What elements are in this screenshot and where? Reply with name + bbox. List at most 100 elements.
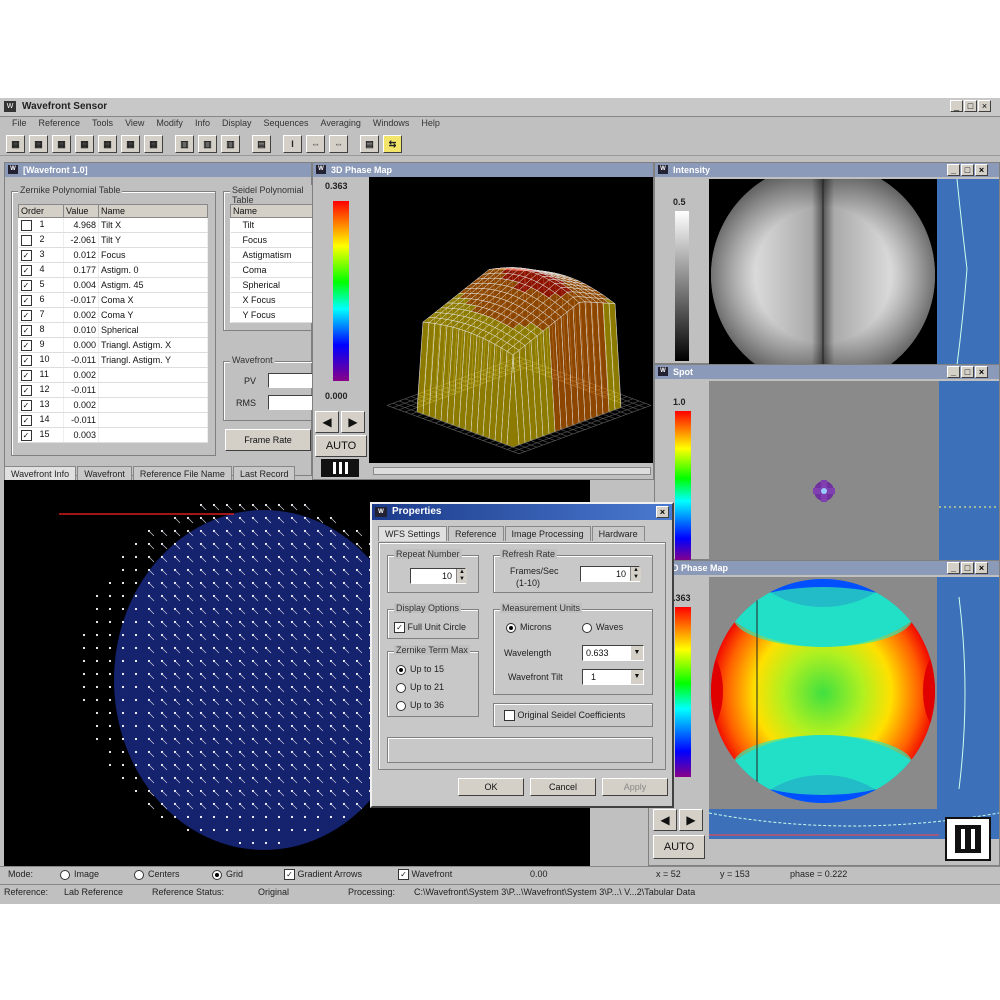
dialog-titlebar[interactable]: W Properties × [372, 504, 672, 520]
phase3d-slider[interactable] [373, 467, 651, 475]
menu-item-8[interactable]: Averaging [315, 117, 367, 131]
row-checkbox[interactable]: ✓ [20, 309, 32, 321]
wavefront-tilt-select[interactable]: 1 ▼ [582, 669, 644, 685]
radio-up-to-15[interactable]: Up to 15 [396, 664, 444, 675]
menu-item-1[interactable]: Reference [33, 117, 87, 131]
cancel-button[interactable]: Cancel [530, 778, 596, 796]
row-checkbox[interactable] [20, 234, 32, 246]
table-row[interactable]: ✓ 7 0.002 Coma Y [18, 307, 208, 323]
toolbar-button-4-icon[interactable]: ▦ [98, 134, 117, 153]
prev-arrow-icon[interactable]: ◀ [653, 809, 677, 831]
toolbar-button-8-icon[interactable]: ▥ [198, 134, 217, 153]
maximize-icon[interactable]: □ [964, 100, 977, 112]
table-row[interactable]: ✓ 6 -0.017 Coma X [18, 292, 208, 308]
repeat-spinner[interactable]: ▲ ▼ [456, 569, 467, 583]
row-checkbox[interactable]: ✓ [20, 429, 32, 441]
toolbar-button-12-icon[interactable]: ⇔ [306, 134, 325, 153]
intensity-view[interactable] [709, 179, 937, 365]
toolbar-button-15-icon[interactable]: ⇆ [383, 134, 402, 153]
row-checkbox[interactable]: ✓ [20, 354, 32, 366]
close-icon[interactable]: × [978, 100, 991, 112]
minimize-icon[interactable]: _ [950, 100, 963, 112]
toolbar-button-9-icon[interactable]: ▥ [221, 134, 240, 153]
pause-icon[interactable] [945, 817, 991, 861]
table-row[interactable]: 2 -2.061 Tilt Y [18, 232, 208, 248]
frame-rate-button[interactable]: Frame Rate [225, 429, 311, 451]
table-row[interactable]: ✓ 5 0.004 Astigm. 45 [18, 277, 208, 293]
phase2d-title[interactable]: W 2D Phase Map _ □ × [649, 561, 999, 575]
mode-grid-radio[interactable]: Grid [212, 869, 243, 880]
row-checkbox[interactable]: ✓ [20, 249, 32, 261]
table-row[interactable]: ✓ 4 0.177 Astigm. 0 [18, 262, 208, 278]
apply-button[interactable]: Apply [602, 778, 668, 796]
maximize-icon[interactable]: □ [961, 562, 974, 574]
row-checkbox[interactable]: ✓ [20, 384, 32, 396]
menu-item-9[interactable]: Windows [367, 117, 416, 131]
table-row[interactable]: Coma [230, 262, 314, 278]
table-row[interactable]: ✓ 13 0.002 [18, 397, 208, 413]
menu-item-0[interactable]: File [6, 117, 33, 131]
spot-title[interactable]: W Spot _ □ × [655, 365, 999, 379]
tab-dialog-0[interactable]: WFS Settings [378, 526, 448, 541]
menu-item-7[interactable]: Sequences [257, 117, 314, 131]
frames-spinner[interactable]: ▲ ▼ [630, 567, 641, 581]
tab-dialog-3[interactable]: Hardware [591, 526, 645, 541]
table-row[interactable]: ✓ 3 0.012 Focus [18, 247, 208, 263]
maximize-icon[interactable]: □ [961, 164, 974, 176]
table-row[interactable]: Tilt [230, 217, 314, 233]
radio-waves[interactable]: Waves [582, 622, 623, 633]
radio-up-to-21[interactable]: Up to 21 [396, 682, 444, 693]
table-row[interactable]: ✓ 8 0.010 Spherical [18, 322, 208, 338]
radio-microns[interactable]: Microns [506, 622, 552, 633]
row-checkbox[interactable]: ✓ [20, 264, 32, 276]
mode-image-radio[interactable]: Image [60, 869, 99, 880]
toolbar-button-2-icon[interactable]: ▦ [52, 134, 71, 153]
next-arrow-icon[interactable]: ▶ [679, 809, 703, 831]
menu-item-6[interactable]: Display [216, 117, 258, 131]
maximize-icon[interactable]: □ [961, 366, 974, 378]
tab-dialog-2[interactable]: Image Processing [504, 526, 591, 541]
app-titlebar[interactable]: W Wavefront Sensor _ □ × [0, 98, 1000, 117]
table-row[interactable]: ✓ 15 0.003 [18, 427, 208, 443]
zernike-panel-title[interactable]: W [Wavefront 1.0] [5, 163, 311, 177]
toolbar-button-10-icon[interactable]: ▤ [252, 134, 271, 153]
row-checkbox[interactable]: ✓ [20, 369, 32, 381]
original-seidel-checkbox[interactable] [504, 710, 515, 722]
tab-left-2[interactable]: Reference File Name [132, 466, 232, 481]
row-checkbox[interactable]: ✓ [20, 294, 32, 306]
toolbar-button-7-icon[interactable]: ▥ [175, 134, 194, 153]
close-icon[interactable]: × [656, 506, 669, 518]
toolbar-button-5-icon[interactable]: ▦ [121, 134, 140, 153]
mode-wavefront-checkbox[interactable]: ✓ Wavefront [398, 869, 452, 881]
mode-arrows-checkbox[interactable]: ✓ Gradient Arrows [284, 869, 362, 881]
full-circle-checkbox[interactable]: ✓ [394, 622, 405, 634]
intensity-title[interactable]: W Intensity _ □ × [655, 163, 999, 177]
table-row[interactable]: ✓ 14 -0.011 [18, 412, 208, 428]
row-checkbox[interactable]: ✓ [20, 414, 32, 426]
close-icon[interactable]: × [975, 366, 988, 378]
toolbar-button-13-icon[interactable]: ⇔ [329, 134, 348, 153]
next-arrow-icon[interactable]: ▶ [341, 411, 365, 433]
close-icon[interactable]: × [975, 562, 988, 574]
pause-icon[interactable] [321, 459, 359, 477]
close-icon[interactable]: × [975, 164, 988, 176]
minimize-icon[interactable]: _ [947, 562, 960, 574]
tab-left-1[interactable]: Wavefront [77, 466, 132, 481]
row-checkbox[interactable] [20, 219, 32, 231]
toolbar-button-3-icon[interactable]: ▦ [75, 134, 94, 153]
table-row[interactable]: X Focus [230, 292, 314, 308]
row-checkbox[interactable]: ✓ [20, 279, 32, 291]
table-row[interactable]: Focus [230, 232, 314, 248]
menu-item-2[interactable]: Tools [86, 117, 119, 131]
row-checkbox[interactable]: ✓ [20, 339, 32, 351]
row-checkbox[interactable]: ✓ [20, 324, 32, 336]
table-row[interactable]: Spherical [230, 277, 314, 293]
minimize-icon[interactable]: _ [947, 366, 960, 378]
table-row[interactable]: ✓ 9 0.000 Triangl. Astigm. X [18, 337, 208, 353]
menu-item-3[interactable]: View [119, 117, 150, 131]
phase2d-view[interactable] [709, 577, 937, 809]
chevron-down-icon[interactable]: ▼ [631, 646, 643, 660]
ok-button[interactable]: OK [458, 778, 524, 796]
toolbar-button-14-icon[interactable]: ▤ [360, 134, 379, 153]
table-row[interactable]: ✓ 11 0.002 [18, 367, 208, 383]
